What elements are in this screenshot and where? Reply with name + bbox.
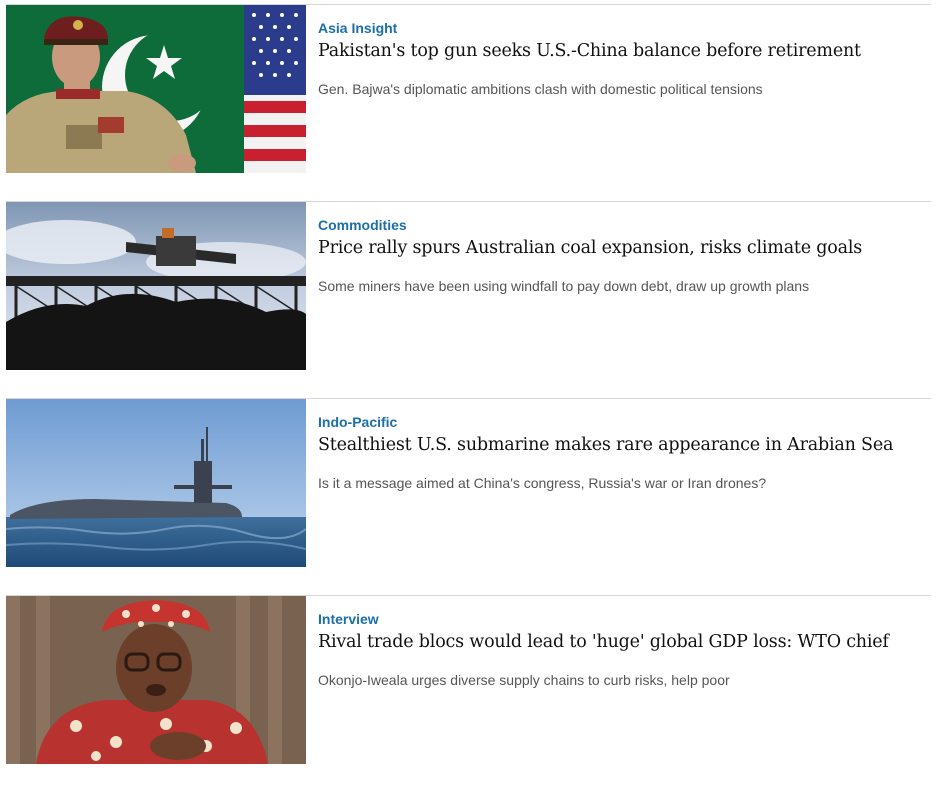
article-kicker-link[interactable]: Asia Insight bbox=[318, 20, 397, 36]
article-summary: Some miners have been using windfall to … bbox=[318, 278, 810, 294]
article-headline-link[interactable]: Price rally spurs Australian coal expans… bbox=[318, 238, 862, 258]
article-summary: Gen. Bajwa's diplomatic ambitions clash … bbox=[318, 81, 763, 97]
article-item: Commodities Price rally spurs Australian… bbox=[6, 201, 931, 398]
speaker-portrait-image bbox=[6, 596, 306, 764]
article-summary: Okonjo-Iweala urges diverse supply chain… bbox=[318, 672, 730, 688]
general-flags-image bbox=[6, 5, 306, 173]
article-item: Interview Rival trade blocs would lead t… bbox=[6, 595, 931, 792]
article-kicker-link[interactable]: Indo-Pacific bbox=[318, 414, 397, 430]
coal-loader-image bbox=[6, 202, 306, 370]
article-item: Asia Insight Pakistan's top gun seeks U.… bbox=[6, 4, 931, 201]
article-thumbnail-link[interactable] bbox=[6, 202, 306, 370]
article-thumbnail-link[interactable] bbox=[6, 5, 306, 173]
article-item: Indo-Pacific Stealthiest U.S. submarine … bbox=[6, 398, 931, 595]
article-kicker-link[interactable]: Commodities bbox=[318, 217, 407, 233]
article-headline-link[interactable]: Pakistan's top gun seeks U.S.-China bala… bbox=[318, 41, 861, 61]
submarine-image bbox=[6, 399, 306, 567]
article-headline-link[interactable]: Stealthiest U.S. submarine makes rare ap… bbox=[318, 435, 893, 455]
article-thumbnail-link[interactable] bbox=[6, 399, 306, 567]
article-headline-link[interactable]: Rival trade blocs would lead to 'huge' g… bbox=[318, 632, 889, 652]
article-summary: Is it a message aimed at China's congres… bbox=[318, 475, 767, 491]
article-kicker-link[interactable]: Interview bbox=[318, 611, 379, 627]
article-thumbnail-link[interactable] bbox=[6, 596, 306, 764]
article-feed: Asia Insight Pakistan's top gun seeks U.… bbox=[6, 4, 931, 792]
